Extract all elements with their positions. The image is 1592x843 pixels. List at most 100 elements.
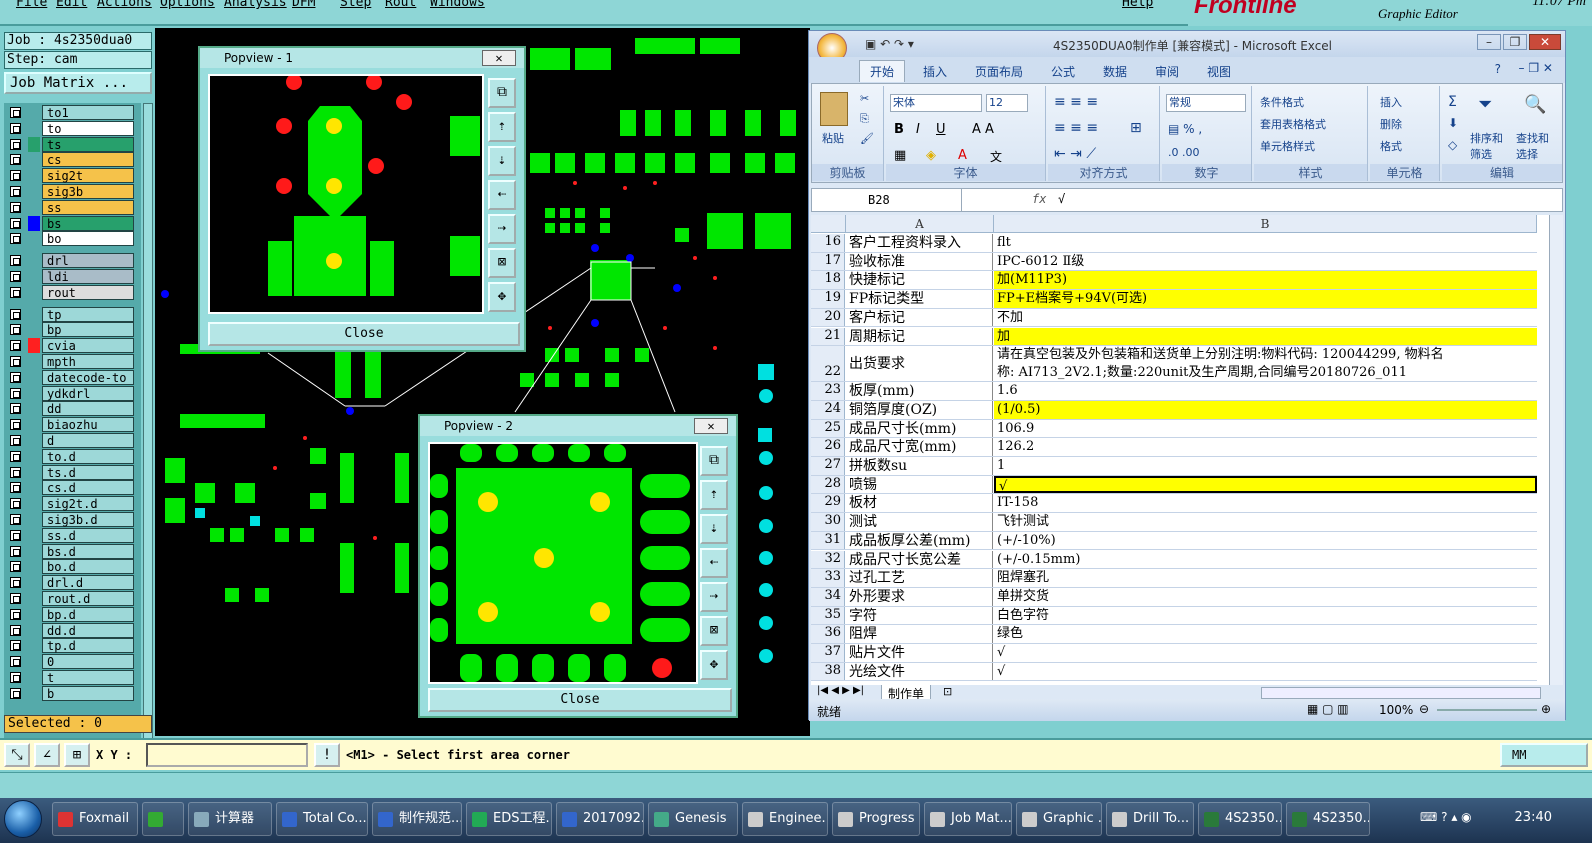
popview-2-pan-down-icon[interactable]: ⇣	[700, 514, 728, 544]
formula-input[interactable]: √	[1058, 192, 1065, 206]
measure-tool-icon[interactable]: ⤡	[4, 743, 30, 767]
layer-color-swatch[interactable]	[28, 496, 40, 511]
layer-checkbox[interactable]	[10, 122, 21, 134]
zoom-slider[interactable]	[1437, 709, 1537, 711]
function-icon[interactable]: fx	[1032, 192, 1046, 206]
layer-name[interactable]: bo.d	[42, 559, 134, 575]
quick-access-save-icon[interactable]: ▣ ↶ ↷ ▾	[865, 37, 914, 51]
popview-2-close-icon[interactable]: ✕	[694, 418, 728, 434]
layer-name[interactable]: 0	[42, 654, 134, 670]
bold-icon[interactable]: B	[894, 122, 904, 137]
cell-a[interactable]: FP标记类型	[846, 290, 993, 308]
layer-checkbox[interactable]	[10, 687, 21, 699]
tab-data[interactable]: 数据	[1103, 63, 1127, 80]
row-number[interactable]: 34	[811, 587, 845, 606]
layer-checkbox[interactable]	[10, 170, 21, 182]
menu-analysis[interactable]: Analysis	[224, 0, 287, 10]
layer-row[interactable]: to.d	[6, 448, 139, 464]
layer-name[interactable]: rout	[42, 284, 134, 300]
row-number[interactable]: 24	[811, 400, 845, 419]
layer-name[interactable]: sig3b	[42, 184, 134, 199]
layer-checkbox[interactable]	[10, 154, 21, 166]
column-header-a[interactable]: A	[846, 215, 994, 233]
help-icon[interactable]: ?	[1495, 62, 1501, 76]
layer-name[interactable]: ldi	[42, 269, 134, 284]
row-number[interactable]: 20	[811, 308, 845, 327]
format-cells-button[interactable]: 格式	[1380, 138, 1402, 154]
menu-help[interactable]: Help	[1122, 0, 1153, 10]
layer-checkbox[interactable]	[10, 286, 21, 298]
layer-checkbox[interactable]	[10, 577, 21, 589]
layer-name[interactable]: cvia	[42, 338, 134, 354]
cell-a[interactable]: 成品尺寸长(mm)	[846, 419, 993, 438]
taskbar-button[interactable]: 4S2350...	[1198, 802, 1282, 836]
layer-row[interactable]: datecode-to	[6, 369, 139, 385]
layer-name[interactable]: mpth	[42, 354, 134, 369]
tab-review[interactable]: 审阅	[1155, 63, 1179, 80]
menu-edit[interactable]: Edit	[56, 0, 87, 10]
autosum-icon[interactable]: Σ	[1448, 94, 1457, 110]
layer-name[interactable]: dd	[42, 401, 134, 417]
cell-a[interactable]: 验收标准	[846, 252, 993, 271]
taskbar-button[interactable]: 计算器	[188, 802, 272, 836]
taskbar-button[interactable]: Total Co...	[276, 802, 368, 836]
layer-checkbox[interactable]	[10, 624, 21, 636]
layer-row[interactable]: bs.d	[6, 543, 139, 559]
row-number[interactable]: 37	[811, 644, 845, 662]
layer-color-swatch[interactable]	[28, 686, 40, 701]
zoom-in-icon[interactable]: ⊕	[1541, 702, 1551, 716]
cell-b[interactable]: 加(M11P3)	[994, 271, 1537, 290]
layer-name[interactable]: t	[42, 670, 134, 685]
popview-2-zoom-tool-icon[interactable]: ⧉	[700, 446, 728, 476]
tab-formulas[interactable]: 公式	[1051, 63, 1075, 80]
popview-1-pan-right-icon[interactable]: ⇢	[488, 214, 516, 244]
cell-b[interactable]: 飞针测试	[994, 513, 1537, 531]
layer-row[interactable]: dd.d	[6, 622, 139, 638]
layer-checkbox[interactable]	[10, 608, 21, 620]
cell-a[interactable]: 光绘文件	[846, 662, 993, 681]
layer-color-swatch[interactable]	[28, 184, 40, 199]
job-matrix-button[interactable]: Job Matrix ...	[4, 72, 152, 94]
layer-row[interactable]: rout	[6, 284, 139, 300]
layer-checkbox[interactable]	[10, 356, 21, 367]
menu-actions[interactable]: Actions	[97, 0, 152, 10]
row-number[interactable]: 33	[811, 569, 845, 587]
table-row[interactable]: 19 FP标记类型 FP+E档案号+94V(可选)	[811, 290, 1537, 309]
layer-name[interactable]: cs	[42, 152, 134, 168]
table-row[interactable]: 22 出货要求 请在真空包装及外包装箱和送货单上分别注明:物料代码: 1200442…	[811, 346, 1537, 383]
name-box[interactable]: B28	[812, 189, 962, 211]
layer-name[interactable]: b	[42, 685, 134, 701]
cell-b[interactable]: (+/-0.15mm)	[994, 551, 1537, 569]
layer-color-swatch[interactable]	[28, 354, 40, 369]
layer-checkbox[interactable]	[10, 545, 21, 557]
currency-icon[interactable]: ▤ % ,	[1168, 122, 1202, 136]
layer-list-scrollbar[interactable]	[143, 103, 153, 741]
layer-color-swatch[interactable]	[28, 417, 40, 432]
row-number[interactable]: 25	[811, 419, 845, 438]
layer-row[interactable]: dd	[6, 401, 139, 417]
cell-b[interactable]: 126.2	[994, 438, 1537, 456]
popview-1-zoom-out-icon[interactable]: ✥	[488, 282, 516, 312]
layer-color-swatch[interactable]	[28, 200, 40, 215]
delete-cells-button[interactable]: 删除	[1380, 116, 1402, 132]
layer-row[interactable]: rout.d	[6, 591, 139, 606]
taskbar-button[interactable]: Genesis	[648, 802, 738, 836]
taskbar-button[interactable]: Graphic ...	[1016, 802, 1102, 836]
popview-2-zoom-out-icon[interactable]: ✥	[700, 650, 728, 680]
layer-row[interactable]: bp.d	[6, 606, 139, 622]
format-painter-icon[interactable]: 🖌	[860, 132, 874, 145]
layer-row[interactable]: bs	[6, 215, 139, 231]
layer-color-swatch[interactable]	[28, 401, 40, 416]
decimal-icon[interactable]: .0 .00	[1168, 146, 1200, 159]
layer-color-swatch[interactable]	[28, 121, 40, 136]
table-row[interactable]: 26 成品尺寸宽(mm) 126.2	[811, 438, 1537, 457]
table-row[interactable]: 31 成品板厚公差(mm) (+/-10%)	[811, 531, 1537, 551]
table-row[interactable]: 23 板厚(mm) 1.6	[811, 382, 1537, 401]
row-number[interactable]: 21	[811, 327, 845, 346]
layer-name[interactable]: sig2t.d	[42, 496, 134, 512]
taskbar-button[interactable]: Enginee...	[742, 802, 828, 836]
align-left-icon[interactable]: ≡ ≡ ≡	[1054, 120, 1098, 136]
cell-b[interactable]: 阻焊塞孔	[994, 569, 1537, 587]
cell-a[interactable]: 外形要求	[846, 587, 993, 606]
row-number[interactable]: 36	[811, 625, 845, 643]
